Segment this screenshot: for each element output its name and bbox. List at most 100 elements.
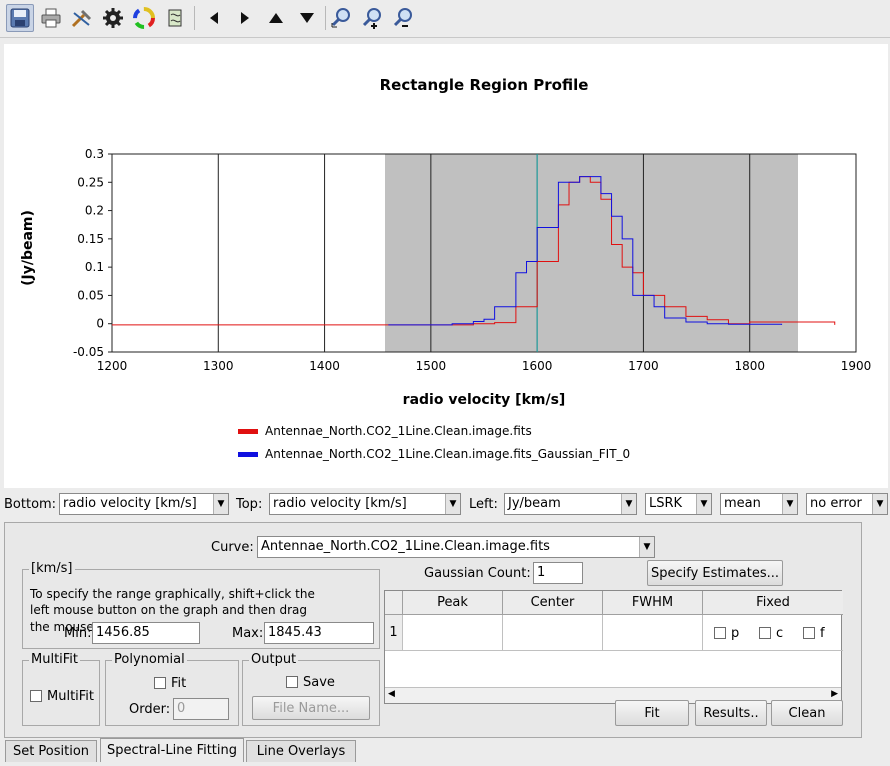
selected-range <box>384 154 798 352</box>
bottom-axis-select[interactable]: radio velocity [km/s] ▼ <box>59 493 229 515</box>
top-axis-label: Top: <box>236 497 263 512</box>
scroll-right-icon[interactable]: ▶ <box>831 689 838 699</box>
max-label: Max: <box>232 626 264 641</box>
statistic-value: mean <box>724 496 761 511</box>
chevron-down-icon: ▼ <box>445 494 460 514</box>
chevron-down-icon: ▼ <box>782 494 797 514</box>
table-header-center[interactable]: Center <box>503 591 603 615</box>
tab-line-overlays[interactable]: Line Overlays <box>246 740 356 762</box>
left-axis-value: Jy/beam <box>508 496 561 511</box>
zoom-in-icon[interactable] <box>359 4 387 32</box>
save-checkbox[interactable] <box>286 676 298 688</box>
gear-icon[interactable] <box>99 4 127 32</box>
gaussian-count-spinner[interactable]: 1 <box>533 562 583 584</box>
fixed-f-label: f <box>820 626 825 641</box>
chevron-down-icon: ▼ <box>213 494 228 514</box>
tab-spectral-line-fitting[interactable]: Spectral-Line Fitting <box>100 738 244 762</box>
save-icon[interactable] <box>6 4 34 32</box>
error-value: no error <box>810 496 862 511</box>
frame-select[interactable]: LSRK ▼ <box>645 493 712 515</box>
bottom-axis-value: radio velocity [km/s] <box>63 496 197 511</box>
specify-estimates-button[interactable]: Specify Estimates... <box>647 560 783 586</box>
x-tick-label: 1800 <box>734 359 765 373</box>
y-axis-label: (Jy/beam) <box>20 210 36 286</box>
chevron-down-icon: ▼ <box>872 494 887 514</box>
poly-fit-checkbox[interactable] <box>154 677 166 689</box>
y-tick-label: 0.05 <box>77 288 104 302</box>
tab-set-position[interactable]: Set Position <box>5 740 97 762</box>
order-label: Order: <box>129 702 171 717</box>
file-name-button[interactable]: File Name... <box>252 696 370 720</box>
order-spinner[interactable]: 0 <box>173 698 229 720</box>
toolbar <box>0 0 890 38</box>
curve-label: Curve: <box>211 540 254 555</box>
save-checkbox-label: Save <box>303 675 335 690</box>
y-tick-label: 0.3 <box>85 147 104 161</box>
statistic-select[interactable]: mean ▼ <box>720 493 798 515</box>
table-cell-center[interactable] <box>503 615 603 651</box>
chevron-down-icon: ▼ <box>639 537 654 557</box>
frame-value: LSRK <box>649 496 683 511</box>
table-row-index: 1 <box>385 615 403 651</box>
range-group-title: [km/s] <box>29 561 75 576</box>
y-tick-label: -0.05 <box>73 345 104 359</box>
table-header-fwhm[interactable]: FWHM <box>603 591 703 615</box>
multifit-group-title: MultiFit <box>29 652 81 667</box>
down-arrow-icon[interactable] <box>293 4 321 32</box>
right-arrow-icon[interactable] <box>231 4 259 32</box>
table-header-fixed[interactable]: Fixed <box>703 591 843 615</box>
top-axis-value: radio velocity [km/s] <box>273 496 407 511</box>
legend-label-1: Antennae_North.CO2_1Line.Clean.image.fit… <box>265 447 630 461</box>
clean-button[interactable]: Clean <box>771 700 843 726</box>
bottom-axis-label: Bottom: <box>4 497 57 512</box>
error-select[interactable]: no error ▼ <box>806 493 888 515</box>
table-header-peak[interactable]: Peak <box>403 591 503 615</box>
legend-swatch-0 <box>238 429 258 434</box>
range-instructions-line-1: To specify the range graphically, shift+… <box>30 587 315 601</box>
min-label: Min: <box>64 626 92 641</box>
top-axis-select[interactable]: radio velocity [km/s] ▼ <box>269 493 461 515</box>
order-value: 0 <box>177 701 186 716</box>
multifit-checkbox[interactable] <box>30 690 42 702</box>
x-tick-label: 1500 <box>416 359 447 373</box>
poly-fit-label: Fit <box>171 676 187 691</box>
y-tick-label: 0 <box>96 317 104 331</box>
left-axis-select[interactable]: Jy/beam ▼ <box>504 493 637 515</box>
y-tick-label: 0.1 <box>85 260 104 274</box>
table-cell-fwhm[interactable] <box>603 615 703 651</box>
fixed-f-checkbox[interactable] <box>803 627 815 639</box>
polynomial-group-title: Polynomial <box>112 652 187 667</box>
fixed-c-checkbox[interactable] <box>759 627 771 639</box>
results-button[interactable]: Results.. <box>695 700 767 726</box>
min-input[interactable]: 1456.85 <box>92 622 200 644</box>
x-tick-label: 1600 <box>522 359 553 373</box>
curve-select[interactable]: Antennae_North.CO2_1Line.Clean.image.fit… <box>257 536 655 558</box>
zoom-fit-icon[interactable] <box>328 4 356 32</box>
fit-button[interactable]: Fit <box>615 700 689 726</box>
swap-icon[interactable] <box>161 4 189 32</box>
profile-chart[interactable]: Rectangle Region Profile 1200 1300 1400 150… <box>4 44 888 488</box>
x-tick-label: 1200 <box>97 359 128 373</box>
fixed-p-checkbox[interactable] <box>714 627 726 639</box>
x-tick-label: 1400 <box>309 359 340 373</box>
print-icon[interactable] <box>37 4 65 32</box>
legend-swatch-1 <box>238 452 258 457</box>
table-cell-peak[interactable] <box>403 615 503 651</box>
y-tick-label: 0.25 <box>77 175 104 189</box>
left-arrow-icon[interactable] <box>200 4 228 32</box>
legend-label-0: Antennae_North.CO2_1Line.Clean.image.fit… <box>265 424 532 438</box>
tools-icon[interactable] <box>68 4 96 32</box>
y-tick-label: 0.2 <box>85 204 104 218</box>
left-axis-label: Left: <box>469 497 498 512</box>
fixed-c-label: c <box>776 626 784 641</box>
zoom-out-icon[interactable] <box>390 4 418 32</box>
chart-title: Rectangle Region Profile <box>380 76 589 94</box>
plot-panel[interactable]: Rectangle Region Profile 1200 1300 1400 150… <box>4 44 888 488</box>
up-arrow-icon[interactable] <box>262 4 290 32</box>
x-tick-label: 1300 <box>203 359 234 373</box>
x-tick-label: 1900 <box>841 359 872 373</box>
max-input[interactable]: 1845.43 <box>264 622 374 644</box>
gaussian-table[interactable]: Peak Center FWHM Fixed 1 ◀ ▶ <box>384 590 843 704</box>
color-wheel-icon[interactable] <box>130 4 158 32</box>
scroll-left-icon[interactable]: ◀ <box>388 689 395 699</box>
